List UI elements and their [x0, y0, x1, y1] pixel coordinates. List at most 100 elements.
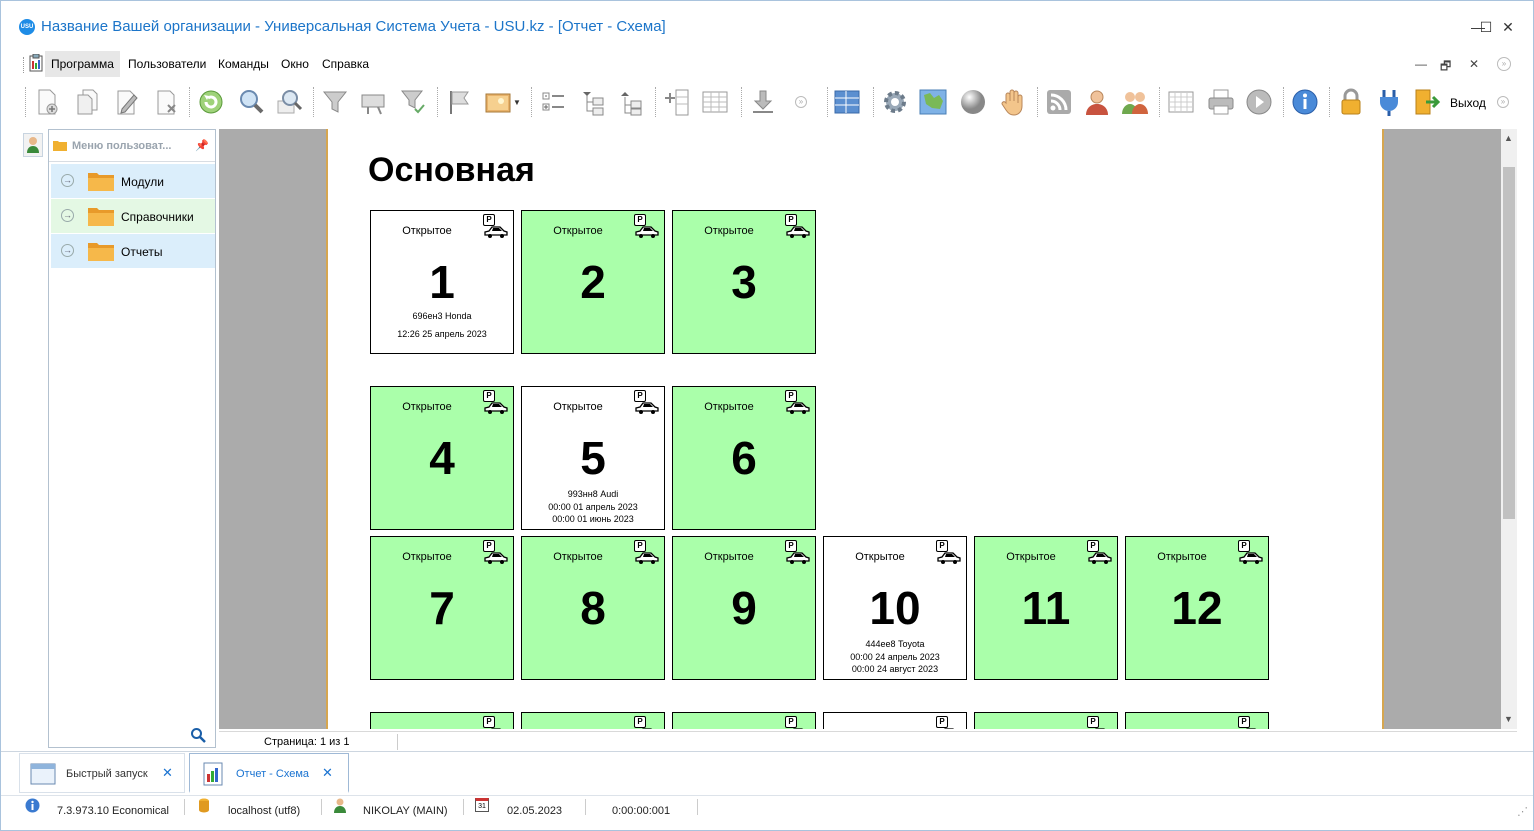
plug-icon[interactable]: [1373, 85, 1405, 119]
tab-close-icon[interactable]: ✕: [162, 765, 173, 781]
mdi-restore-button[interactable]: 🗗: [1440, 57, 1451, 78]
vertical-scrollbar[interactable]: ▲ ▼: [1501, 129, 1517, 729]
tile-status: Открытое: [553, 551, 603, 563]
expand-icon[interactable]: [537, 85, 569, 119]
exit-button[interactable]: Выход: [1450, 96, 1486, 110]
sphere-icon[interactable]: [957, 85, 989, 119]
menu-program[interactable]: Программа: [45, 51, 120, 77]
table-icon[interactable]: [1165, 85, 1197, 119]
parking-tile[interactable]: Открытое P 8: [521, 536, 665, 680]
search-icon[interactable]: [235, 85, 267, 119]
tile-status: Открытое: [402, 225, 452, 237]
resize-grip-icon[interactable]: ⋰: [1517, 805, 1528, 818]
tab-quick-launch[interactable]: Быстрый запуск ✕: [19, 753, 185, 793]
print-icon[interactable]: [1205, 85, 1237, 119]
mdi-minimize-button[interactable]: —: [1415, 57, 1427, 71]
parking-tile[interactable]: Открытое P 4: [370, 386, 514, 530]
close-button[interactable]: ✕: [1493, 15, 1523, 39]
parking-tile[interactable]: P: [672, 712, 816, 729]
nav-item-directories[interactable]: → Справочники: [51, 199, 215, 233]
parking-tile[interactable]: P: [974, 712, 1118, 729]
users-icon[interactable]: [1119, 85, 1151, 119]
refresh-icon[interactable]: [195, 85, 227, 119]
scrollbar-thumb[interactable]: [1503, 167, 1515, 519]
settings-icon[interactable]: [879, 85, 911, 119]
play-icon[interactable]: [1243, 85, 1275, 119]
report-page: Основная Открытое P 1 696ен3 Honda 12:26 25 …: [326, 129, 1384, 729]
nav-item-reports[interactable]: → Отчеты: [51, 234, 215, 268]
tile-number: 6: [731, 432, 757, 484]
tab-close-icon[interactable]: ✕: [322, 765, 333, 781]
menu-users[interactable]: Пользователи: [122, 51, 212, 77]
scroll-up-icon[interactable]: ▲: [1504, 133, 1513, 143]
menu-commands[interactable]: Команды: [212, 51, 275, 77]
tab-label: Отчет - Схема: [236, 768, 310, 780]
tree-up-icon[interactable]: [615, 85, 647, 119]
parking-tile[interactable]: Открытое P 5 993нн8 Audi 00:00 01 апрель 202…: [521, 386, 665, 530]
mdi-extra-icon[interactable]: »: [1497, 57, 1511, 71]
expand-arrow-icon[interactable]: →: [61, 174, 74, 187]
copy-icon[interactable]: [71, 85, 103, 119]
tile-number: 11: [1021, 582, 1071, 634]
tile-status: Открытое: [553, 225, 603, 237]
parking-tile[interactable]: Открытое P 2: [521, 210, 665, 354]
parking-tile[interactable]: Открытое P 9: [672, 536, 816, 680]
flag-icon[interactable]: [443, 85, 475, 119]
parking-tile[interactable]: Открытое P 6: [672, 386, 816, 530]
nav-item-label: Справочники: [121, 210, 194, 224]
parking-tile[interactable]: P: [370, 712, 514, 729]
tree-down-icon[interactable]: [577, 85, 609, 119]
map-icon[interactable]: [917, 85, 949, 119]
parking-tile[interactable]: Открытое P 11: [974, 536, 1118, 680]
expand-arrow-icon[interactable]: →: [61, 244, 74, 257]
parking-tile[interactable]: Открытое P 10 444ее8 Toyota 00:00 24 апрель …: [823, 536, 967, 680]
hand-icon[interactable]: [997, 85, 1029, 119]
overflow-icon[interactable]: »: [791, 85, 811, 119]
parking-tile[interactable]: P: [521, 712, 665, 729]
side-user-icon[interactable]: [23, 133, 43, 157]
calendar-icon: 31: [475, 798, 489, 812]
pin-icon[interactable]: 📌: [195, 139, 209, 152]
parking-tile[interactable]: P: [823, 712, 967, 729]
rss-icon[interactable]: [1043, 85, 1075, 119]
parking-icon: P: [785, 214, 797, 226]
report-viewer[interactable]: Основная Открытое P 1 696ен3 Honda 12:26 25 …: [219, 129, 1517, 729]
nav-item-modules[interactable]: → Модули: [51, 164, 215, 198]
parking-tile[interactable]: Открытое P 12: [1125, 536, 1269, 680]
program-menu-icon[interactable]: [29, 54, 43, 72]
parking-tile[interactable]: Открытое P 1 696ен3 Honda 12:26 25 апрель 20…: [370, 210, 514, 354]
mdi-close-button[interactable]: ✕: [1469, 57, 1479, 71]
delete-icon[interactable]: [151, 85, 183, 119]
report-icon: [203, 762, 223, 786]
nav-item-label: Отчеты: [121, 245, 163, 259]
search-icon[interactable]: [190, 727, 206, 743]
edit-icon[interactable]: [111, 85, 143, 119]
toolbar-overflow-icon[interactable]: »: [1493, 85, 1513, 119]
tab-report-schema[interactable]: Отчет - Схема ✕: [189, 753, 349, 793]
add-icon[interactable]: [31, 85, 63, 119]
tile-number: 3: [731, 256, 757, 308]
menu-help[interactable]: Справка: [316, 51, 375, 77]
exit-icon[interactable]: [1411, 85, 1443, 119]
user-icon[interactable]: [1081, 85, 1113, 119]
parking-tile[interactable]: Открытое P 3: [672, 210, 816, 354]
parking-tile[interactable]: P: [1125, 712, 1269, 729]
filter-icon[interactable]: [319, 85, 351, 119]
folder-icon: [53, 141, 67, 151]
info-icon[interactable]: [1289, 85, 1321, 119]
parking-icon: P: [634, 390, 646, 402]
advanced-search-icon[interactable]: [273, 85, 305, 119]
grid-icon[interactable]: [699, 85, 731, 119]
image-dropdown-icon[interactable]: ▼: [509, 85, 525, 119]
parking-tile[interactable]: Открытое P 7: [370, 536, 514, 680]
download-icon[interactable]: [747, 85, 779, 119]
lock-icon[interactable]: [1335, 85, 1367, 119]
scroll-down-icon[interactable]: ▼: [1504, 714, 1513, 724]
expand-arrow-icon[interactable]: →: [61, 209, 74, 222]
filter-settings-icon[interactable]: [357, 85, 389, 119]
add-column-icon[interactable]: [661, 85, 693, 119]
menu-window[interactable]: Окно: [275, 51, 315, 77]
car-icon: [785, 402, 811, 414]
filter-apply-icon[interactable]: [397, 85, 429, 119]
layout-icon[interactable]: [831, 85, 863, 119]
